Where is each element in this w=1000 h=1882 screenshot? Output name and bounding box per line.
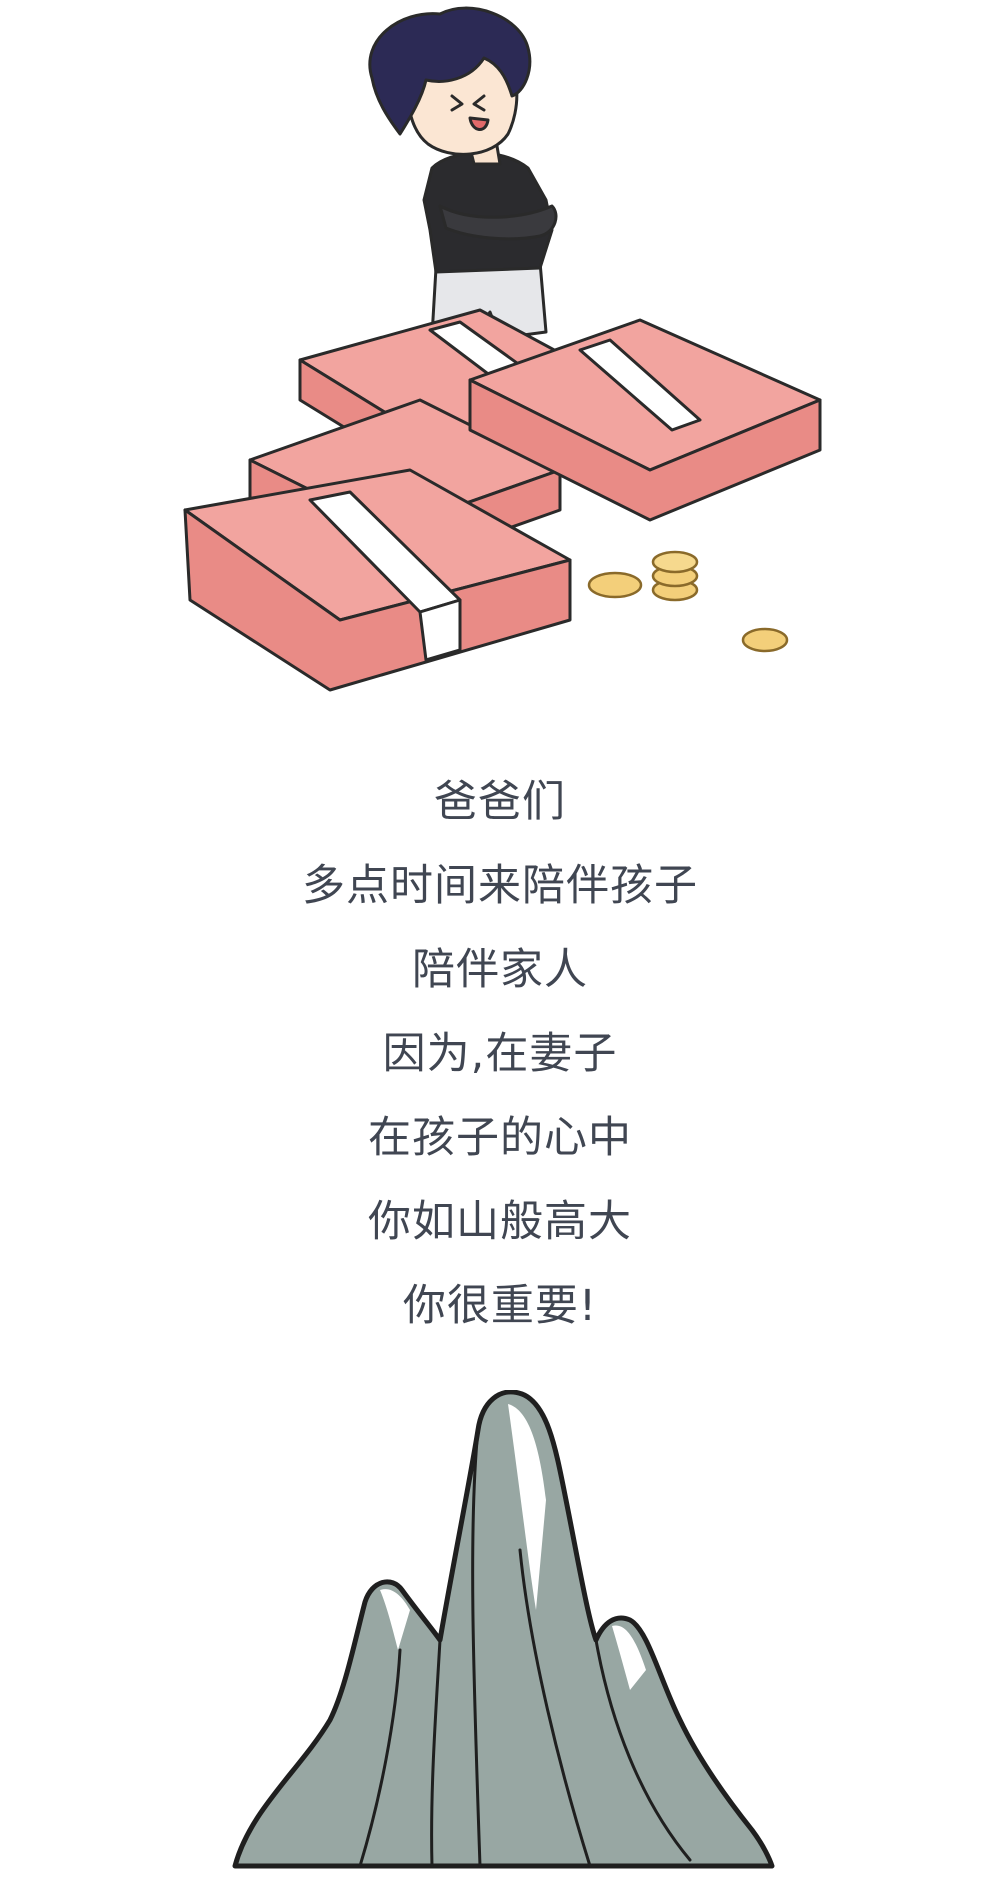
- coin-single: [741, 627, 789, 653]
- poem-line-7: 你很重要!: [402, 1281, 598, 1331]
- mountain-body: [232, 1390, 775, 1869]
- coins: [587, 550, 789, 653]
- poem-line-1: 爸爸们: [434, 777, 566, 827]
- poem-line-5: 在孩子的心中: [368, 1113, 632, 1163]
- page-canvas: 爸爸们 多点时间来陪伴孩子 陪伴家人 因为,在妻子 在孩子的心中 你如山般高大 …: [0, 0, 1000, 1882]
- poem-line-6: 你如山般高大: [368, 1197, 632, 1247]
- money-stacks: [183, 308, 822, 692]
- mountain-illustration: [232, 1390, 775, 1869]
- poem-line-2: 多点时间来陪伴孩子: [302, 861, 698, 911]
- boy-with-money-illustration: [183, 6, 822, 692]
- coin: [587, 571, 643, 599]
- poem-line-4: 因为,在妻子: [382, 1029, 618, 1079]
- poem-text: 爸爸们 多点时间来陪伴孩子 陪伴家人 因为,在妻子 在孩子的心中 你如山般高大 …: [0, 760, 1000, 1348]
- poem-line-3: 陪伴家人: [412, 945, 588, 995]
